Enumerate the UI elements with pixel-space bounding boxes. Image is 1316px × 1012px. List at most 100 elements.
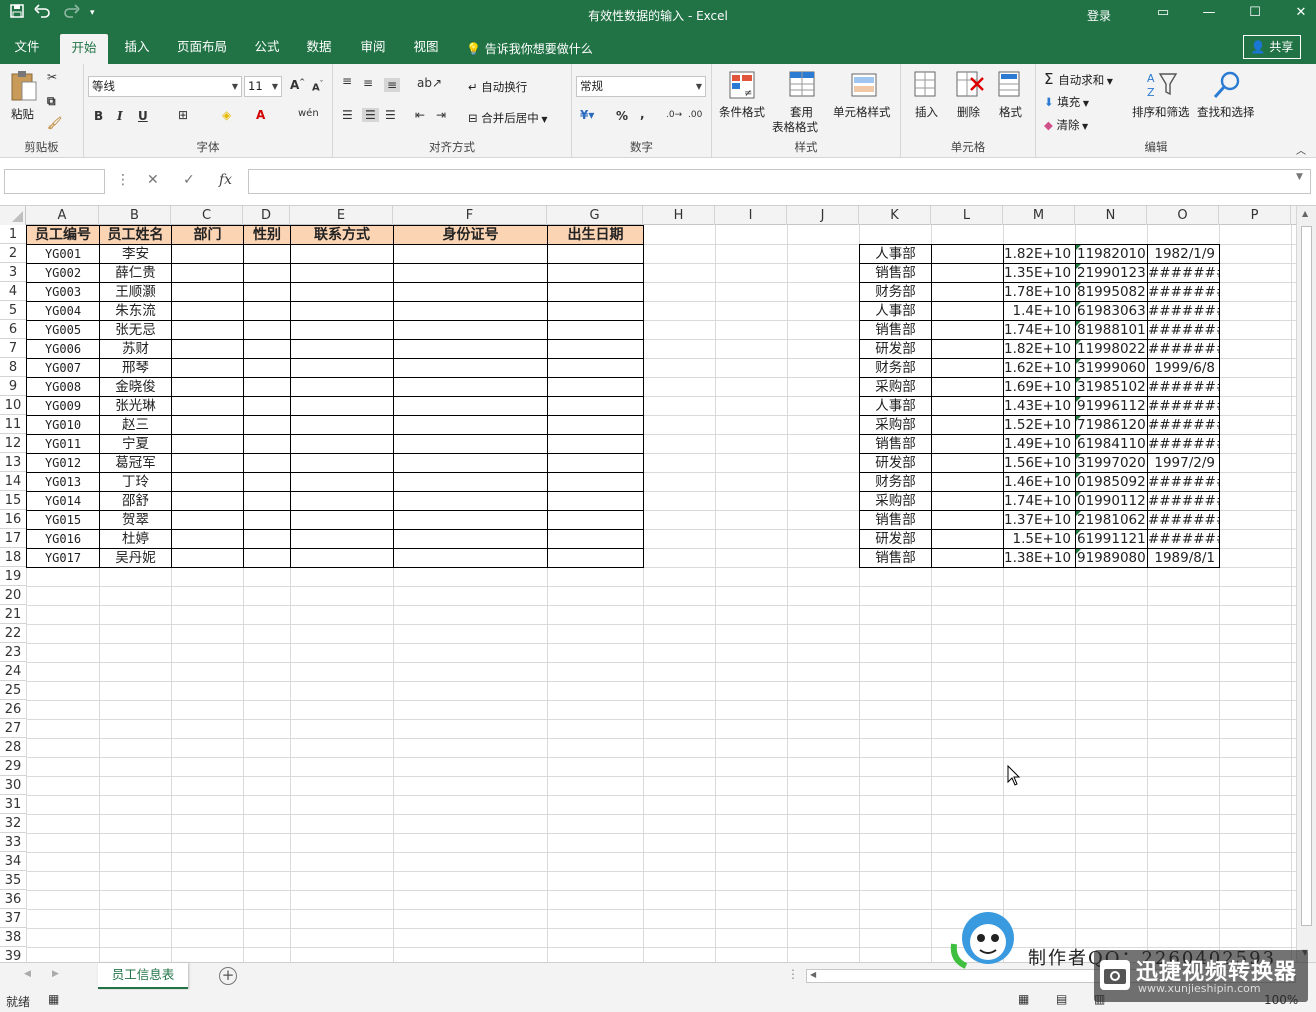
department-list-cell[interactable]: 研发部 <box>859 529 932 549</box>
row-header[interactable]: 7 <box>0 339 26 358</box>
birth-date-cell[interactable]: ####### <box>1147 282 1220 302</box>
column-header-f[interactable]: F <box>393 206 547 225</box>
phone-number-cell[interactable]: 1.74E+10 <box>1003 320 1076 340</box>
expand-formula-icon[interactable]: ▼ <box>1296 172 1303 182</box>
row-header[interactable]: 33 <box>0 833 26 852</box>
table-cell[interactable] <box>547 320 644 340</box>
table-cell[interactable] <box>243 491 291 511</box>
table-cell[interactable] <box>931 377 1004 397</box>
birth-date-cell[interactable]: ####### <box>1147 434 1220 454</box>
id-number-cell[interactable]: 91989080 <box>1075 548 1148 568</box>
id-number-cell[interactable]: 61991121 <box>1075 529 1148 549</box>
employee-name-cell[interactable]: 葛冠军 <box>99 453 172 473</box>
shrink-font-icon[interactable]: Aˇ <box>312 80 323 93</box>
row-header[interactable]: 18 <box>0 548 26 567</box>
table-cell[interactable] <box>547 263 644 283</box>
border-icon[interactable]: ⊞ <box>178 108 188 122</box>
id-number-cell[interactable]: 31985102 <box>1075 377 1148 397</box>
employee-name-cell[interactable]: 张无忌 <box>99 320 172 340</box>
department-list-cell[interactable]: 采购部 <box>859 491 932 511</box>
add-sheet-icon[interactable]: + <box>219 967 237 985</box>
row-header[interactable]: 30 <box>0 776 26 795</box>
birth-date-cell[interactable]: 1989/8/1 <box>1147 548 1220 568</box>
table-cell[interactable] <box>393 548 548 568</box>
table-cell[interactable] <box>547 339 644 359</box>
name-box[interactable] <box>4 169 105 194</box>
table-cell[interactable] <box>931 434 1004 454</box>
table-cell[interactable] <box>243 263 291 283</box>
department-list-cell[interactable]: 人事部 <box>859 244 932 264</box>
worksheet-grid[interactable]: ABCDEFGHIJKLMNOP 1 2 3 4 5 6 7 8 9 10 11 12 13 14 15 16… <box>0 206 1296 962</box>
table-cell[interactable] <box>931 263 1004 283</box>
ribbon-display-icon[interactable]: ▭ <box>1140 5 1186 20</box>
maximize-icon[interactable]: ☐ <box>1232 5 1278 20</box>
copy-icon[interactable]: ⧉ <box>47 94 56 109</box>
close-icon[interactable]: ✕ <box>1278 5 1316 20</box>
table-cell[interactable] <box>547 472 644 492</box>
employee-name-cell[interactable]: 李安 <box>99 244 172 264</box>
error-indicator-icon[interactable] <box>1076 378 1081 383</box>
birth-date-cell[interactable]: ####### <box>1147 510 1220 530</box>
table-cell[interactable] <box>243 301 291 321</box>
font-size-combo[interactable]: 11 ▼ <box>244 76 282 97</box>
birth-date-cell[interactable]: 1999/6/8 <box>1147 358 1220 378</box>
department-list-cell[interactable]: 销售部 <box>859 548 932 568</box>
employee-id-cell[interactable]: YG001 <box>26 244 100 264</box>
table-cell[interactable] <box>393 453 548 473</box>
column-header-j[interactable]: J <box>787 206 859 225</box>
table-cell[interactable] <box>243 358 291 378</box>
department-list-cell[interactable]: 采购部 <box>859 377 932 397</box>
table-cell[interactable] <box>931 358 1004 378</box>
employee-id-cell[interactable]: YG002 <box>26 263 100 283</box>
table-cell[interactable] <box>171 453 244 473</box>
birth-date-cell[interactable]: ####### <box>1147 529 1220 549</box>
table-cell[interactable] <box>171 472 244 492</box>
row-header[interactable]: 31 <box>0 795 26 814</box>
table-cell[interactable] <box>547 510 644 530</box>
table-cell[interactable] <box>290 396 394 416</box>
id-number-cell[interactable]: 21990123 <box>1075 263 1148 283</box>
row-header[interactable]: 37 <box>0 909 26 928</box>
cut-icon[interactable]: ✂ <box>47 70 57 84</box>
font-name-combo[interactable]: 等线 ▼ <box>88 76 242 97</box>
employee-id-cell[interactable]: YG011 <box>26 434 100 454</box>
currency-icon[interactable]: ¥▾ <box>580 108 594 122</box>
tab-file[interactable]: 文件 <box>6 30 48 64</box>
increase-indent-icon[interactable]: ⇥ <box>436 108 446 122</box>
table-cell[interactable] <box>243 377 291 397</box>
employee-id-cell[interactable]: YG004 <box>26 301 100 321</box>
cancel-icon[interactable]: ✕ <box>147 172 159 188</box>
tab-home[interactable]: 开始 <box>60 34 108 64</box>
table-cell[interactable] <box>243 548 291 568</box>
table-cell[interactable] <box>290 548 394 568</box>
employee-id-cell[interactable]: YG017 <box>26 548 100 568</box>
id-number-cell[interactable]: 11998022 <box>1075 339 1148 359</box>
table-cell[interactable] <box>290 301 394 321</box>
id-number-cell[interactable]: 61984110 <box>1075 434 1148 454</box>
table-cell[interactable] <box>393 263 548 283</box>
table-cell[interactable] <box>393 282 548 302</box>
prev-sheet-icon[interactable]: ◀ <box>24 969 31 979</box>
align-bottom-icon[interactable]: ≡ <box>384 78 401 92</box>
vertical-scrollbar[interactable]: ▲ ▼ <box>1296 206 1316 962</box>
table-cell[interactable] <box>243 472 291 492</box>
row-header[interactable]: 16 <box>0 510 26 529</box>
column-header-p[interactable]: P <box>1219 206 1291 225</box>
column-header-d[interactable]: D <box>243 206 290 225</box>
employee-id-cell[interactable]: YG006 <box>26 339 100 359</box>
page-layout-view-icon[interactable]: ▤ <box>1056 992 1067 1006</box>
row-header[interactable]: 24 <box>0 662 26 681</box>
table-cell[interactable] <box>393 301 548 321</box>
row-header[interactable]: 29 <box>0 757 26 776</box>
table-cell[interactable] <box>243 415 291 435</box>
font-color-icon[interactable]: A <box>256 108 265 122</box>
table-cell[interactable] <box>547 377 644 397</box>
increase-decimal-icon[interactable]: .0→ <box>666 110 682 120</box>
scroll-thumb[interactable] <box>1301 226 1312 926</box>
formula-input[interactable] <box>248 169 1311 194</box>
tab-insert[interactable]: 插入 <box>116 30 158 64</box>
column-header-n[interactable]: N <box>1075 206 1147 225</box>
department-list-cell[interactable]: 研发部 <box>859 339 932 359</box>
table-cell[interactable] <box>393 358 548 378</box>
table-cell[interactable] <box>243 510 291 530</box>
